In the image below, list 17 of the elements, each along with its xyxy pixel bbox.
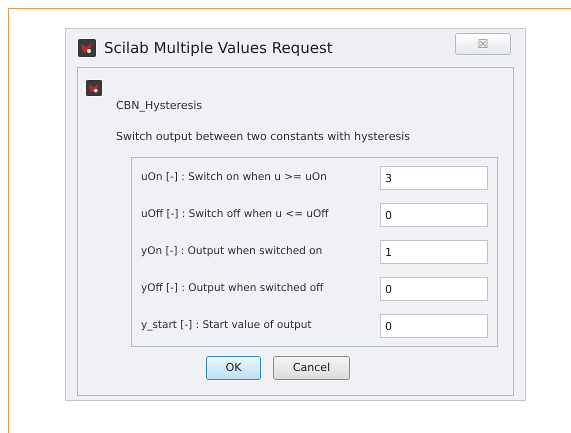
field-label: uOff [-] : Switch off when u <= uOff [141,207,329,222]
dialog-button[interactable]: OK [206,356,261,380]
window-title: Scilab Multiple Values Request [104,38,334,59]
field-label: uOn [-] : Switch on when u >= uOn [141,170,327,186]
block-name: CBN_Hysteresis [116,98,202,114]
description-text: Switch output between two constants with hysteresis [116,128,410,144]
input-field[interactable]: 0 [380,314,488,338]
input-field[interactable]: 0 [380,203,488,227]
input-field[interactable]: 3 [380,166,488,190]
dialog-button[interactable]: Cancel [273,356,350,380]
app-icon [78,39,96,57]
app-icon [86,80,102,96]
field-label: yOn [-] : Output when switched on [141,244,322,260]
input-field[interactable]: 0 [380,277,488,301]
field-label: y_start [-] : Start value of output [141,318,312,334]
field-label: yOff [-] : Output when switched off [141,281,324,296]
input-field[interactable]: 1 [380,240,488,264]
